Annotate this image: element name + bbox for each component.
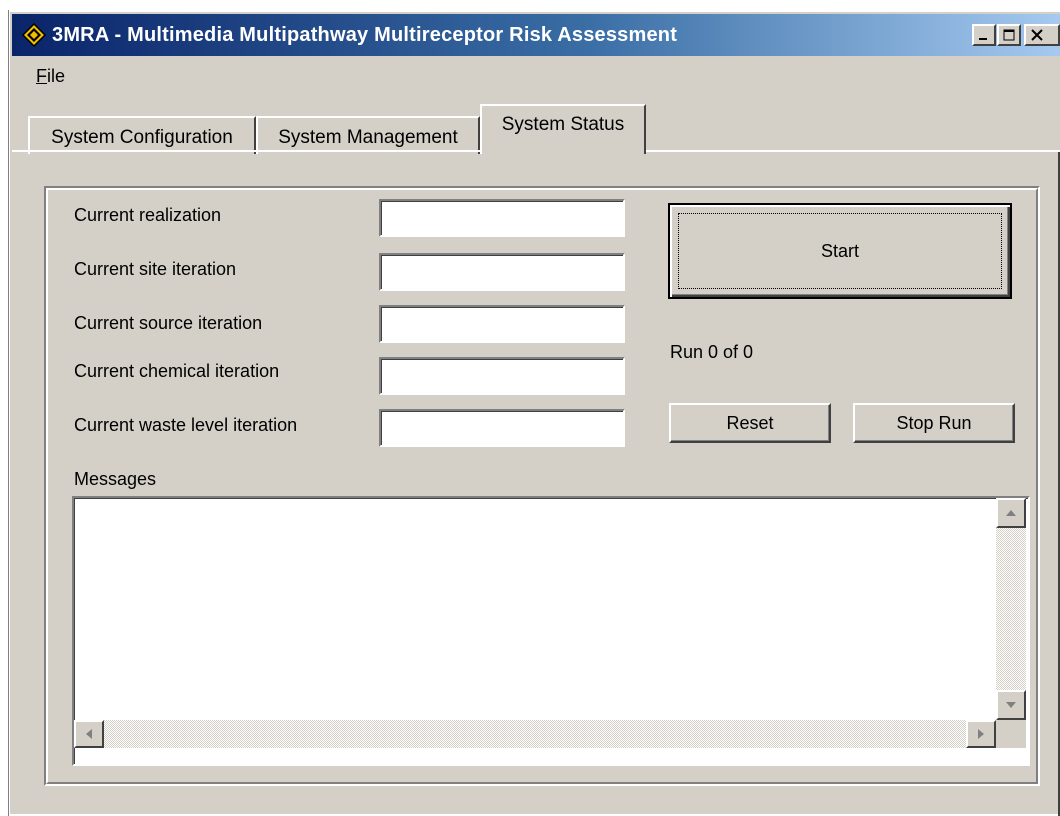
current-chemical-iteration-field[interactable] — [379, 357, 625, 395]
scroll-up-button[interactable] — [996, 498, 1026, 528]
start-button[interactable]: Start — [668, 203, 1012, 299]
maximize-icon — [1003, 29, 1015, 41]
tab-system-configuration-label: System Configuration — [51, 127, 233, 148]
messages-horizontal-scrollbar[interactable] — [74, 720, 996, 748]
menu-file-label: ile — [47, 66, 66, 86]
scroll-left-button[interactable] — [74, 720, 104, 748]
current-realization-field[interactable] — [379, 199, 625, 237]
current-realization-label: Current realization — [74, 205, 222, 225]
menu-file[interactable]: File — [36, 66, 65, 87]
messages-label: Messages — [74, 469, 157, 489]
minimize-button[interactable] — [972, 24, 996, 46]
scroll-left-icon — [86, 729, 92, 739]
scroll-right-icon — [978, 729, 984, 739]
scroll-up-icon — [1006, 510, 1016, 516]
reset-button[interactable]: Reset — [669, 403, 831, 443]
tab-system-management[interactable]: System Management — [256, 116, 480, 154]
current-waste-level-iteration-label: Current waste level iteration — [74, 415, 298, 435]
minimize-icon — [979, 38, 987, 40]
scroll-right-button[interactable] — [966, 720, 996, 748]
tab-system-configuration[interactable]: System Configuration — [28, 116, 256, 154]
stop-run-button[interactable]: Stop Run — [853, 403, 1015, 443]
close-button[interactable] — [1024, 24, 1060, 46]
window-title: 3MRA - Multimedia Multipathway Multirece… — [52, 24, 678, 46]
current-waste-level-iteration-field[interactable] — [379, 409, 625, 447]
tab-system-status[interactable]: System Status — [480, 104, 646, 154]
close-icon — [1031, 29, 1043, 41]
maximize-button[interactable] — [997, 24, 1021, 46]
scroll-down-icon — [1006, 702, 1016, 708]
title-bar[interactable]: 3MRA - Multimedia Multipathway Multirece… — [12, 14, 1060, 56]
current-source-iteration-field[interactable] — [379, 305, 625, 343]
menu-file-mnemonic: F — [36, 66, 47, 86]
current-site-iteration-field[interactable] — [379, 253, 625, 291]
current-source-iteration-label: Current source iteration — [74, 313, 263, 333]
tab-system-management-label: System Management — [278, 127, 458, 148]
app-window: 3MRA - Multimedia Multipathway Multirece… — [8, 10, 1060, 816]
scroll-corner — [996, 720, 1026, 748]
tab-strip: System Configuration System Management S… — [10, 104, 1060, 154]
diamond-app-icon[interactable] — [22, 23, 46, 47]
menu-bar: File — [12, 60, 1060, 94]
stop-run-button-label: Stop Run — [896, 412, 972, 433]
tab-system-status-label: System Status — [501, 114, 625, 135]
current-chemical-iteration-label: Current chemical iteration — [74, 361, 280, 381]
messages-vertical-scrollbar[interactable] — [996, 498, 1026, 720]
current-site-iteration-label: Current site iteration — [74, 259, 237, 279]
start-button-focus-rect — [678, 213, 1002, 289]
reset-button-label: Reset — [726, 412, 774, 433]
scroll-down-button[interactable] — [996, 690, 1026, 720]
run-progress-text: Run 0 of 0 — [670, 342, 754, 362]
